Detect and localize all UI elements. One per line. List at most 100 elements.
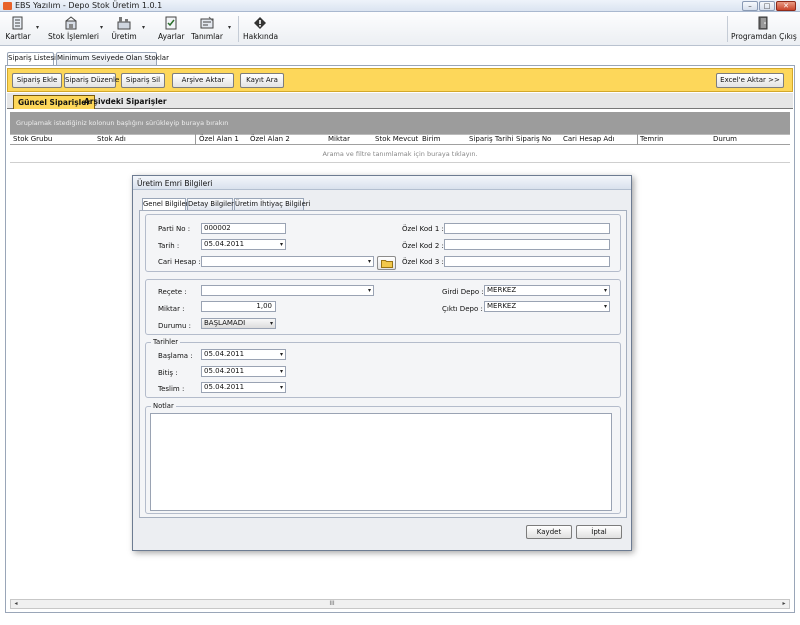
column-header[interactable]: Cari Hesap Adı [563, 135, 614, 143]
scroll-left-icon[interactable]: ◂ [11, 600, 21, 608]
exit-program-button[interactable]: Programdan Çıkış [731, 14, 797, 44]
dates-group-title: Tarihler [151, 338, 181, 346]
exit-door-icon [758, 16, 768, 30]
girdi-depo-combo[interactable]: MERKEZ ▾ [484, 285, 610, 296]
cikti-depo-value: MERKEZ [487, 302, 517, 310]
close-button[interactable]: ✕ [776, 1, 796, 11]
notes-group-title: Notlar [151, 402, 176, 410]
baslama-value: 05.04.2011 [204, 350, 245, 358]
tab-minimum-seviye[interactable]: Minimum Seviyede Olan Stoklar [56, 52, 169, 65]
ozel-kod-2-field[interactable] [444, 239, 610, 250]
durum-select[interactable]: BAŞLAMADI ▾ [201, 318, 276, 329]
column-header[interactable]: Sipariş Tarihi [469, 135, 513, 143]
baslama-date-picker[interactable]: 05.04.2011 ▾ [201, 349, 286, 360]
cancel-button[interactable]: İptal [576, 525, 622, 539]
tab-siparis-listesi[interactable]: Sipariş Listesi [7, 52, 56, 66]
tab-uretim-ihtiyac[interactable]: Üretim İhtiyaç Bilgileri [234, 198, 310, 210]
chevron-down-icon[interactable]: ▾ [604, 286, 607, 295]
tanimlar-dropdown-icon[interactable]: ▾ [228, 24, 231, 31]
toolbar-hakkinda[interactable]: Hakkında [243, 14, 278, 44]
teslim-label: Teslim : [158, 385, 185, 393]
toolbar-uretim[interactable]: Üretim [111, 14, 137, 44]
toolbar-label-ayarlar: Ayarlar [158, 32, 185, 41]
durum-value: BAŞLAMADI [204, 319, 246, 327]
column-header[interactable]: Sipariş No [516, 135, 551, 143]
archive-button[interactable]: Arşive Aktar [172, 73, 234, 88]
tarih-label: Tarih : [158, 242, 180, 250]
teslim-date-picker[interactable]: 05.04.2011 ▾ [201, 382, 286, 393]
exit-label: Programdan Çıkış [731, 32, 797, 41]
bitis-date-picker[interactable]: 05.04.2011 ▾ [201, 366, 286, 377]
minimize-button[interactable]: – [742, 1, 758, 11]
column-header[interactable]: Stok Mevcut [375, 135, 418, 143]
toolbar-label-uretim: Üretim [111, 32, 137, 41]
miktar-label: Miktar : [158, 305, 185, 313]
maximize-button[interactable]: □ [759, 1, 775, 11]
toolbar-label-stok: Stok İşlemleri [48, 32, 100, 41]
ozel-kod-3-field[interactable] [444, 256, 610, 267]
ozel-kod-3-label: Özel Kod 3 : [402, 258, 444, 266]
chevron-down-icon[interactable]: ▾ [604, 302, 607, 311]
window-title: EBS Yazılım - Depo Stok Üretim 1.0.1 [15, 1, 163, 10]
toolbar-tanimlar[interactable]: Tanımlar [190, 14, 224, 44]
column-header[interactable]: Özel Alan 1 [199, 135, 239, 143]
girdi-depo-value: MERKEZ [487, 286, 517, 294]
tarih-value: 05.04.2011 [204, 240, 245, 248]
column-header[interactable]: Miktar [328, 135, 350, 143]
tab-detay-bilgiler[interactable]: Detay Bilgiler [187, 198, 234, 210]
scroll-grip-icon[interactable]: III [326, 600, 338, 608]
chevron-down-icon[interactable]: ▾ [280, 350, 283, 359]
column-header[interactable]: Birim [422, 135, 440, 143]
cikti-depo-combo[interactable]: MERKEZ ▾ [484, 301, 610, 312]
toolbar-ayarlar[interactable]: Ayarlar [158, 14, 185, 44]
ozel-kod-1-field[interactable] [444, 223, 610, 234]
definitions-icon [200, 16, 214, 29]
toolbar-label-tanimlar: Tanımlar [191, 32, 223, 41]
excel-export-button[interactable]: Excel'e Aktar >> [716, 73, 784, 88]
edit-order-button[interactable]: Sipariş Düzenle [64, 73, 119, 88]
add-order-button[interactable]: Sipariş Ekle [12, 73, 62, 88]
uretim-dropdown-icon[interactable]: ▾ [142, 24, 145, 31]
delete-order-button[interactable]: Sipariş Sil [121, 73, 165, 88]
recete-combo[interactable]: ▾ [201, 285, 374, 296]
toolbar-label-kartlar: Kartlar [5, 32, 31, 41]
column-header[interactable]: Stok Adı [97, 135, 126, 143]
toolbar-separator [727, 16, 728, 42]
chevron-down-icon[interactable]: ▾ [280, 367, 283, 376]
column-divider [195, 134, 196, 145]
search-record-button[interactable]: Kayıt Ara [240, 73, 284, 88]
column-header[interactable]: Temrin [640, 135, 663, 143]
folder-icon [381, 260, 393, 268]
tab-arsivdeki-siparisler[interactable]: Arşivdeki Siparişler [80, 95, 171, 109]
durum-label: Durumu : [158, 322, 191, 330]
scroll-right-icon[interactable]: ▸ [779, 600, 789, 608]
column-divider [637, 134, 638, 145]
toolbar-kartlar[interactable]: Kartlar [5, 14, 31, 44]
parti-no-field[interactable]: 000002 [201, 223, 286, 234]
about-icon [254, 17, 266, 29]
save-button[interactable]: Kaydet [526, 525, 572, 539]
toolbar-separator [238, 16, 239, 42]
kartlar-dropdown-icon[interactable]: ▾ [36, 24, 39, 31]
column-header[interactable]: Durum [713, 135, 737, 143]
tarih-date-picker[interactable]: 05.04.2011 ▾ [201, 239, 286, 250]
settings-icon [165, 16, 177, 30]
toolbar-stok-islemleri[interactable]: Stok İşlemleri [48, 14, 99, 44]
horizontal-scrollbar[interactable] [10, 599, 790, 609]
column-header[interactable]: Stok Grubu [13, 135, 52, 143]
cari-hesap-combo[interactable]: ▾ [201, 256, 374, 267]
browse-cari-button[interactable] [377, 256, 396, 270]
column-header[interactable]: Özel Alan 2 [250, 135, 290, 143]
stok-dropdown-icon[interactable]: ▾ [100, 24, 103, 31]
chevron-down-icon[interactable]: ▾ [368, 257, 371, 266]
notes-textarea[interactable] [150, 413, 612, 511]
chevron-down-icon[interactable]: ▾ [368, 286, 371, 295]
cards-icon [12, 16, 23, 30]
miktar-field[interactable]: 1,00 [201, 301, 276, 312]
parti-no-label: Parti No : [158, 225, 191, 233]
chevron-down-icon[interactable]: ▾ [280, 383, 283, 392]
chevron-down-icon[interactable]: ▾ [280, 240, 283, 249]
bitis-value: 05.04.2011 [204, 367, 245, 375]
app-icon [3, 2, 12, 10]
chevron-down-icon[interactable]: ▾ [270, 319, 273, 328]
